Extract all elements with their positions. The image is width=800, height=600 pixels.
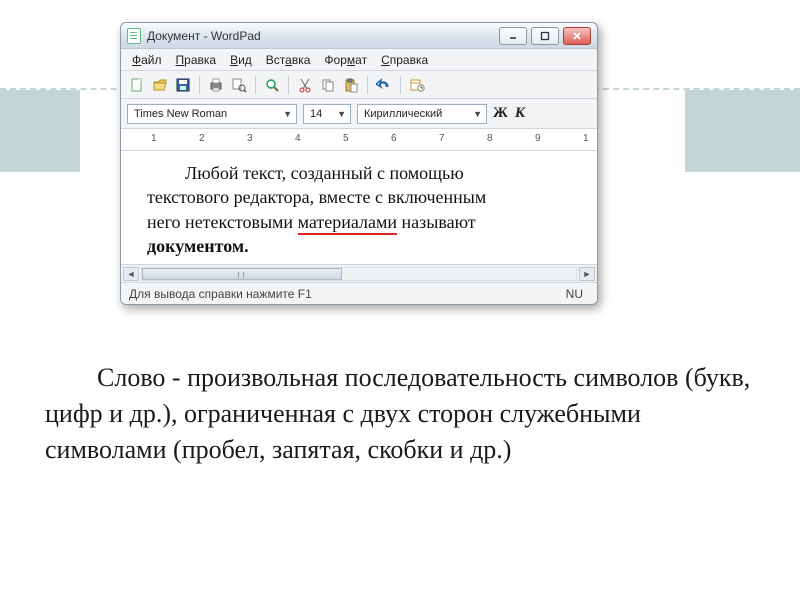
open-button[interactable] bbox=[150, 75, 170, 95]
print-preview-icon bbox=[231, 77, 247, 93]
slide-accent-right bbox=[685, 90, 800, 172]
menu-help[interactable]: Справка bbox=[376, 51, 433, 69]
horizontal-scrollbar[interactable]: ◄ ► bbox=[121, 264, 597, 282]
toolbar-separator bbox=[400, 76, 401, 94]
minimize-button[interactable] bbox=[499, 27, 527, 45]
ruler-mark: 4 bbox=[295, 133, 301, 144]
toolbar-format: Times New Roman ▼ 14 ▼ Кириллический ▼ Ж… bbox=[121, 99, 597, 129]
menu-file[interactable]: Файл bbox=[127, 51, 167, 69]
cut-button[interactable] bbox=[295, 75, 315, 95]
undo-icon bbox=[376, 77, 392, 93]
print-button[interactable] bbox=[206, 75, 226, 95]
scroll-left-button[interactable]: ◄ bbox=[123, 267, 139, 281]
spell-error: материалами bbox=[298, 212, 397, 235]
menu-insert[interactable]: Вставка bbox=[261, 51, 316, 69]
window-controls bbox=[499, 27, 591, 45]
toolbar-separator bbox=[255, 76, 256, 94]
slide-caption: Слово - произвольная последовательность … bbox=[45, 360, 757, 468]
font-size-combo[interactable]: 14 ▼ bbox=[303, 104, 351, 124]
maximize-button[interactable] bbox=[531, 27, 559, 45]
statusbar: Для вывода справки нажмите F1 NU bbox=[121, 282, 597, 304]
cut-icon bbox=[297, 77, 313, 93]
ruler-mark: 1 bbox=[583, 133, 589, 144]
bold-button[interactable]: Ж bbox=[493, 105, 507, 122]
toolbar-standard bbox=[121, 71, 597, 99]
copy-button[interactable] bbox=[318, 75, 338, 95]
open-icon bbox=[152, 77, 168, 93]
chevron-down-icon: ▼ bbox=[331, 109, 346, 119]
window-title: Документ - WordPad bbox=[147, 29, 499, 43]
minimize-icon bbox=[508, 31, 518, 41]
chevron-down-icon: ▼ bbox=[467, 109, 482, 119]
ruler-mark: 3 bbox=[247, 133, 253, 144]
wordpad-window: Документ - WordPad Файл Правка Вид Встав… bbox=[120, 22, 598, 305]
close-icon bbox=[572, 31, 582, 41]
print-icon bbox=[208, 77, 224, 93]
datetime-icon bbox=[409, 77, 425, 93]
document-area[interactable]: Любой текст, созданный с помощью текстов… bbox=[121, 151, 597, 264]
datetime-button[interactable] bbox=[407, 75, 427, 95]
ruler[interactable]: 1 2 3 4 5 6 7 8 9 1 bbox=[121, 129, 597, 151]
titlebar[interactable]: Документ - WordPad bbox=[121, 23, 597, 49]
ruler-mark: 5 bbox=[343, 133, 349, 144]
toolbar-separator bbox=[288, 76, 289, 94]
document-icon bbox=[127, 28, 141, 44]
toolbar-separator bbox=[199, 76, 200, 94]
paste-icon bbox=[343, 77, 359, 93]
caption-text: Слово - произвольная последовательность … bbox=[45, 363, 750, 464]
scroll-thumb[interactable] bbox=[142, 268, 342, 280]
menu-edit[interactable]: Правка bbox=[171, 51, 222, 69]
print-preview-button[interactable] bbox=[229, 75, 249, 95]
toolbar-separator bbox=[367, 76, 368, 94]
font-size-value: 14 bbox=[310, 108, 322, 120]
script-combo[interactable]: Кириллический ▼ bbox=[357, 104, 487, 124]
ruler-mark: 2 bbox=[199, 133, 205, 144]
font-family-value: Times New Roman bbox=[134, 108, 227, 120]
paste-button[interactable] bbox=[341, 75, 361, 95]
slide-accent-left bbox=[0, 90, 80, 172]
script-value: Кириллический bbox=[364, 108, 442, 120]
new-button[interactable] bbox=[127, 75, 147, 95]
save-icon bbox=[175, 77, 191, 93]
new-icon bbox=[129, 77, 145, 93]
maximize-icon bbox=[540, 31, 550, 41]
find-button[interactable] bbox=[262, 75, 282, 95]
chevron-down-icon: ▼ bbox=[277, 109, 292, 119]
statusbar-hint: Для вывода справки нажмите F1 bbox=[129, 287, 312, 301]
menu-format[interactable]: Формат bbox=[319, 51, 372, 69]
scroll-right-button[interactable]: ► bbox=[579, 267, 595, 281]
ruler-mark: 9 bbox=[535, 133, 541, 144]
menubar: Файл Правка Вид Вставка Формат Справка bbox=[121, 49, 597, 71]
ruler-mark: 8 bbox=[487, 133, 493, 144]
ruler-mark: 7 bbox=[439, 133, 445, 144]
close-button[interactable] bbox=[563, 27, 591, 45]
font-family-combo[interactable]: Times New Roman ▼ bbox=[127, 104, 297, 124]
ruler-mark: 1 bbox=[151, 133, 157, 144]
document-text: Любой текст, созданный с помощью текстов… bbox=[147, 161, 581, 258]
italic-button[interactable]: К bbox=[513, 105, 527, 122]
copy-icon bbox=[320, 77, 336, 93]
find-icon bbox=[264, 77, 280, 93]
undo-button[interactable] bbox=[374, 75, 394, 95]
statusbar-indicator: NU bbox=[560, 287, 589, 301]
save-button[interactable] bbox=[173, 75, 193, 95]
scroll-track[interactable] bbox=[141, 267, 577, 281]
menu-view[interactable]: Вид bbox=[225, 51, 257, 69]
ruler-mark: 6 bbox=[391, 133, 397, 144]
